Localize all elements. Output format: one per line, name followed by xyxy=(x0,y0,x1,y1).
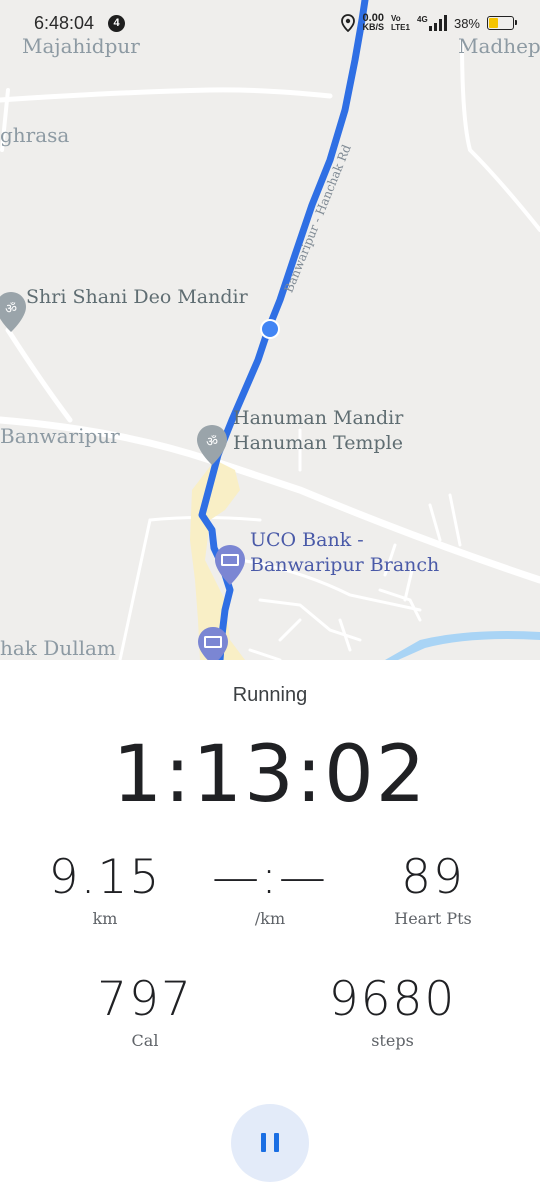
road-west xyxy=(5,327,73,423)
road-east xyxy=(460,38,540,232)
poi-label-shani-mandir[interactable]: Shri Shani Deo Mandir xyxy=(26,285,248,310)
road-side-7 xyxy=(248,618,352,660)
svg-text:ॐ: ॐ xyxy=(5,302,17,317)
svg-text:4G: 4G xyxy=(417,15,428,24)
calories-metric: 797 Cal xyxy=(60,972,230,1050)
volte-top: Vo xyxy=(391,14,401,23)
activity-type[interactable]: Running xyxy=(0,684,540,707)
pause-icon xyxy=(261,1133,266,1152)
heart-points-metric: 89 Heart Pts xyxy=(358,850,508,928)
distance-value: 9.15 xyxy=(48,850,162,905)
poi-label-hanuman-1[interactable]: Hanuman Mandir xyxy=(233,406,403,431)
distance-metric: 9.15 km xyxy=(30,850,180,928)
pause-button[interactable] xyxy=(231,1104,309,1182)
steps-unit: steps xyxy=(371,1031,414,1050)
location-pin-icon xyxy=(341,14,356,32)
pause-icon-bar xyxy=(274,1133,279,1152)
status-bar: 6:48:04 4 0.00 KB/S Vo LTE1 4G 38% xyxy=(0,0,540,46)
poi-label-uco-1[interactable]: UCO Bank - xyxy=(250,528,364,553)
pace-value: —:— xyxy=(212,850,328,905)
map-view[interactable]: Majahidpur Madhep ghrasa Banwaripur hak … xyxy=(0,0,540,660)
poi-label-uco-2[interactable]: Banwaripur Branch xyxy=(250,553,439,578)
network-speed: 0.00 KB/S xyxy=(362,13,384,32)
road-side-2 xyxy=(118,518,152,660)
poi-label-hanuman-2[interactable]: Hanuman Temple xyxy=(233,431,403,456)
workout-panel: Running 1:13:02 9.15 km —:— /km 89 Heart… xyxy=(0,660,540,1200)
pace-metric: —:— /km xyxy=(195,850,345,928)
battery-percent: 38% xyxy=(453,15,480,31)
river xyxy=(385,631,540,660)
distance-unit: km xyxy=(92,909,118,928)
steps-value: 9680 xyxy=(328,972,457,1027)
bank-pin-icon[interactable] xyxy=(196,625,230,660)
svg-text:ॐ: ॐ xyxy=(206,435,218,450)
steps-metric: 9680 steps xyxy=(300,972,485,1050)
network-speed-unit: KB/S xyxy=(362,22,384,32)
volte-indicator: Vo LTE1 xyxy=(391,14,410,32)
heart-points-unit: Heart Pts xyxy=(394,909,472,928)
calories-unit: Cal xyxy=(131,1031,159,1050)
place-label-banwaripur: Banwaripur xyxy=(0,424,120,448)
heart-points-value: 89 xyxy=(401,850,465,905)
pace-unit: /km xyxy=(254,909,286,928)
place-label-hak-dullam: hak Dullam xyxy=(0,636,116,660)
bank-pin-icon[interactable] xyxy=(213,543,247,587)
road-side-4 xyxy=(428,493,462,547)
road-side-6 xyxy=(258,588,422,642)
status-time: 6:48:04 xyxy=(34,13,95,33)
volte-bottom: LTE1 xyxy=(391,23,410,32)
battery-fill xyxy=(489,18,498,28)
notification-count-badge: 4 xyxy=(108,15,125,32)
calories-value: 797 xyxy=(97,972,193,1027)
place-label-ghrasa: ghrasa xyxy=(0,123,70,147)
signal-icon: 4G xyxy=(417,15,447,31)
temple-pin-icon[interactable]: ॐ xyxy=(195,423,229,467)
temple-pin-icon[interactable]: ॐ xyxy=(0,290,28,334)
road-north xyxy=(0,87,333,103)
current-location-icon xyxy=(260,319,280,339)
duration: 1:13:02 xyxy=(112,730,428,820)
battery-icon xyxy=(487,16,517,30)
